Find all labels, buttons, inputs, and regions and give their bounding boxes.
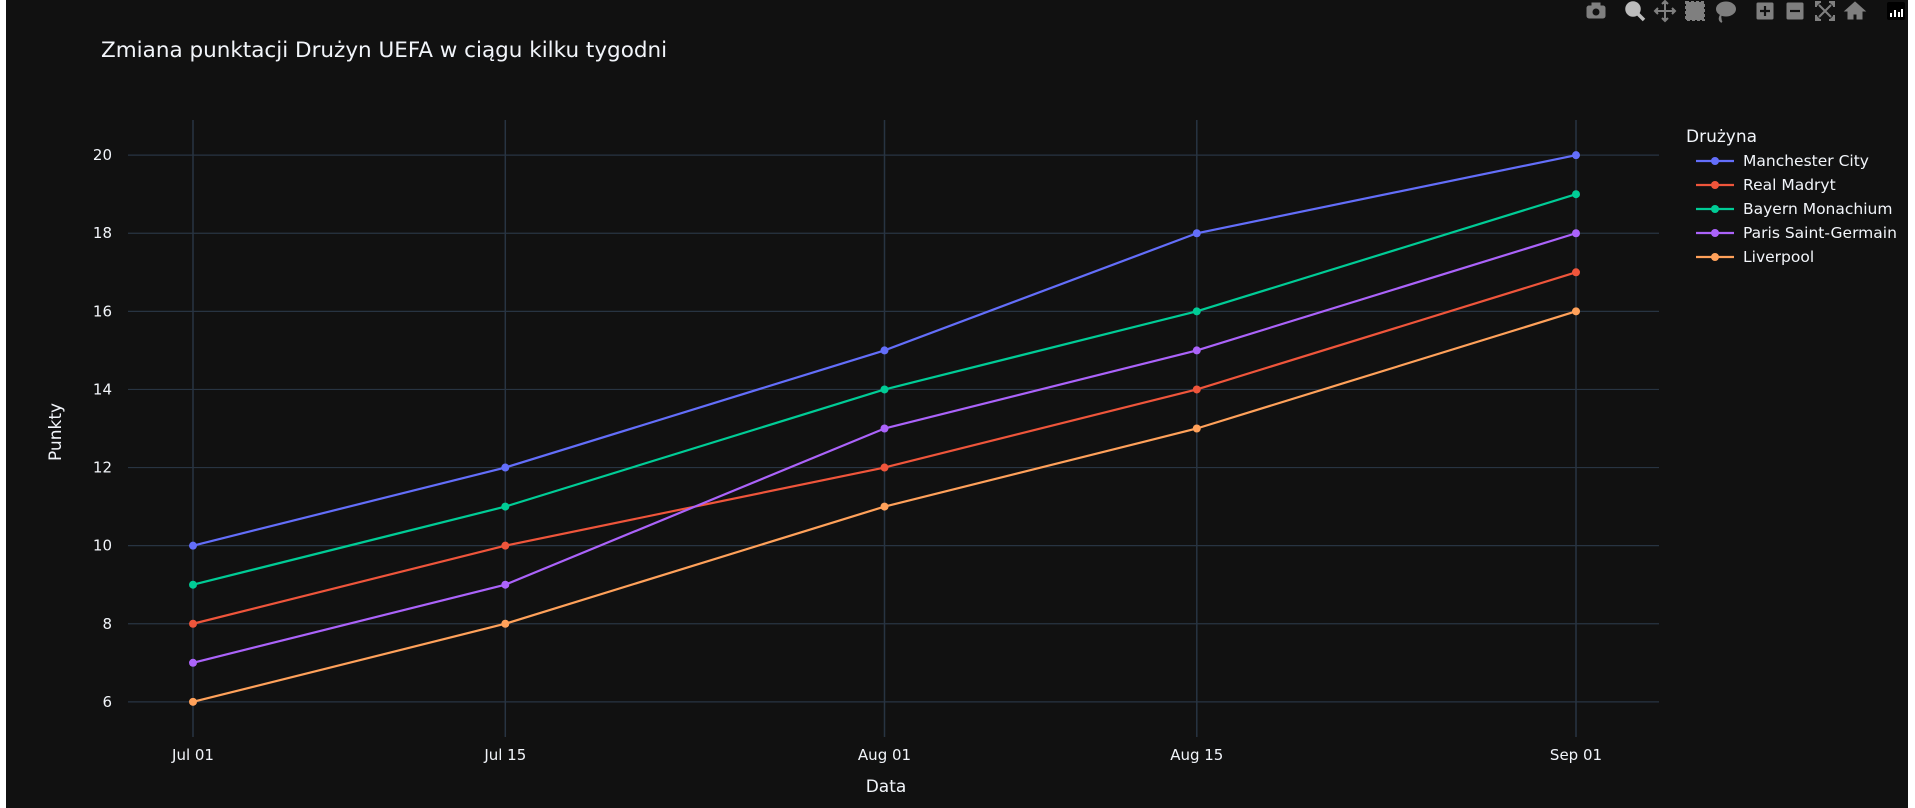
data-point-real-madryt[interactable] bbox=[1572, 268, 1580, 277]
zoom-icon[interactable]: Zoom bbox=[1625, 1, 1646, 22]
legend-label: Paris Saint-Germain bbox=[1743, 224, 1897, 242]
data-point-real-madryt[interactable] bbox=[501, 541, 510, 550]
legend-swatch-marker bbox=[1711, 229, 1719, 237]
data-point-paris-saint-germain[interactable] bbox=[1572, 229, 1580, 238]
y-axis-title: Punkty bbox=[46, 403, 66, 461]
data-point-manchester-city[interactable] bbox=[501, 463, 510, 472]
data-point-liverpool[interactable] bbox=[1572, 307, 1580, 316]
data-point-manchester-city[interactable] bbox=[189, 541, 197, 550]
y-tick-label: 14 bbox=[93, 380, 112, 398]
data-point-liverpool[interactable] bbox=[189, 697, 197, 706]
data-point-liverpool[interactable] bbox=[501, 619, 510, 628]
data-point-paris-saint-germain[interactable] bbox=[1192, 346, 1201, 355]
plotly-logo-icon[interactable]: Produced with Plotly bbox=[1887, 2, 1905, 20]
y-tick-label: 16 bbox=[93, 302, 112, 320]
lasso-select-icon[interactable]: Lasso Select bbox=[1716, 1, 1736, 23]
legend-item-paris-saint-germain[interactable]: Paris Saint-Germain bbox=[1696, 224, 1897, 242]
y-tick-label: 8 bbox=[102, 615, 112, 633]
legend-item-manchester-city[interactable]: Manchester City bbox=[1696, 152, 1869, 170]
legend-item-liverpool[interactable]: Liverpool bbox=[1696, 248, 1814, 266]
pan-icon[interactable]: Pan bbox=[1653, 0, 1677, 23]
line-chart: Download plot as a png Zoom Pan Box Select L… bbox=[46, 0, 1905, 797]
x-axis-title: Data bbox=[866, 777, 907, 797]
data-point-bayern-monachium[interactable] bbox=[189, 580, 197, 589]
data-point-real-madryt[interactable] bbox=[189, 619, 197, 628]
data-point-bayern-monachium[interactable] bbox=[1572, 190, 1580, 199]
y-tick-label: 6 bbox=[102, 693, 112, 711]
legend-title: Drużyna bbox=[1686, 127, 1757, 147]
data-point-manchester-city[interactable] bbox=[1572, 151, 1580, 160]
legend-swatch-marker bbox=[1711, 181, 1719, 189]
data-point-manchester-city[interactable] bbox=[1192, 229, 1201, 238]
legend-item-bayern-monachium[interactable]: Bayern Monachium bbox=[1696, 200, 1892, 218]
legend-swatch-marker bbox=[1711, 253, 1719, 261]
data-point-liverpool[interactable] bbox=[880, 502, 889, 511]
x-axis-tick-labels: Jul 01 Jul 15 Aug 01 Aug 15 Sep 01 bbox=[171, 746, 1602, 764]
legend: Drużyna Manchester City Real Madryt Bayern… bbox=[1686, 127, 1897, 266]
y-gridlines bbox=[128, 154, 1659, 703]
data-point-liverpool[interactable] bbox=[1192, 424, 1201, 433]
modebar: Download plot as a png Zoom Pan Box Select L… bbox=[1586, 0, 1905, 23]
y-tick-label: 10 bbox=[93, 537, 112, 555]
legend-label: Manchester City bbox=[1743, 152, 1869, 170]
x-tick-label: Aug 01 bbox=[858, 746, 911, 764]
y-tick-label: 12 bbox=[93, 459, 112, 477]
data-point-bayern-monachium[interactable] bbox=[1192, 307, 1201, 316]
legend-label: Real Madryt bbox=[1743, 176, 1836, 194]
legend-swatch-marker bbox=[1711, 205, 1719, 213]
zoom-in-icon[interactable]: Zoom in bbox=[1756, 2, 1774, 20]
data-point-bayern-monachium[interactable] bbox=[880, 385, 889, 394]
data-point-real-madryt[interactable] bbox=[880, 463, 889, 472]
data-point-paris-saint-germain[interactable] bbox=[880, 424, 889, 433]
x-tick-label: Jul 15 bbox=[483, 746, 526, 764]
x-tick-label: Sep 01 bbox=[1550, 746, 1602, 764]
autoscale-icon[interactable]: Autoscale bbox=[1815, 1, 1835, 21]
y-tick-label: 20 bbox=[93, 146, 112, 164]
reset-axes-icon[interactable]: Reset axes bbox=[1843, 1, 1867, 20]
y-tick-label: 18 bbox=[93, 224, 112, 242]
data-point-bayern-monachium[interactable] bbox=[501, 502, 510, 511]
x-tick-label: Aug 15 bbox=[1170, 746, 1223, 764]
data-point-manchester-city[interactable] bbox=[880, 346, 889, 355]
y-axis-tick-labels: 6 8 10 12 14 16 18 20 bbox=[93, 146, 112, 711]
box-select-icon[interactable]: Box Select bbox=[1685, 1, 1705, 21]
chart-title: Zmiana punktacji Drużyn UEFA w ciągu kil… bbox=[101, 38, 667, 63]
data-point-real-madryt[interactable] bbox=[1192, 385, 1201, 394]
x-tick-label: Jul 01 bbox=[171, 746, 214, 764]
legend-label: Bayern Monachium bbox=[1743, 200, 1892, 218]
data-point-paris-saint-germain[interactable] bbox=[501, 580, 510, 589]
chart-container: Download plot as a png Zoom Pan Box Select L… bbox=[6, 0, 1908, 808]
camera-icon[interactable]: Download plot as a png bbox=[1586, 2, 1606, 19]
legend-swatch-marker bbox=[1711, 157, 1719, 165]
legend-label: Liverpool bbox=[1743, 248, 1814, 266]
zoom-out-icon[interactable]: Zoom out bbox=[1786, 2, 1804, 20]
legend-item-real-madryt[interactable]: Real Madryt bbox=[1696, 176, 1836, 194]
data-point-paris-saint-germain[interactable] bbox=[189, 658, 197, 667]
